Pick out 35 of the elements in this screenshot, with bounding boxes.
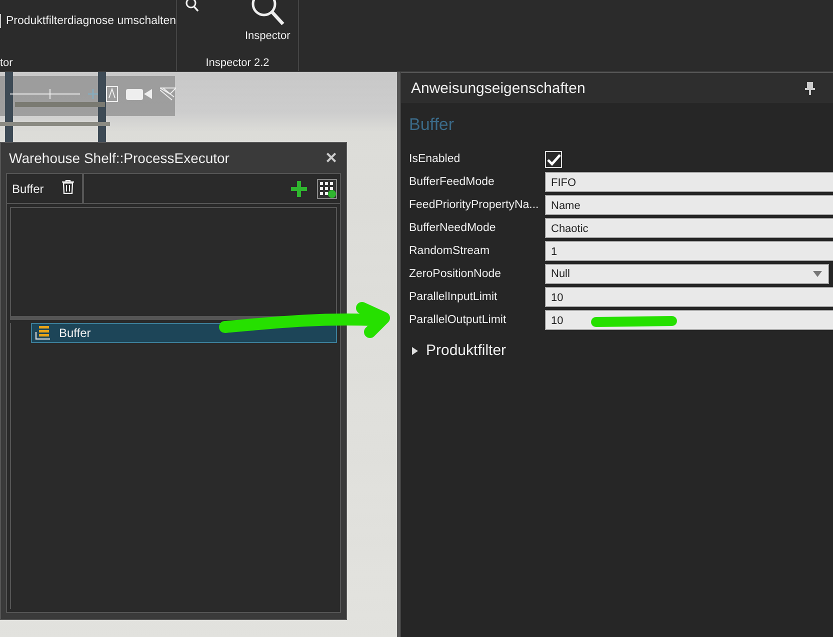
section-header[interactable]: Produktfilter bbox=[401, 330, 516, 371]
buffer-tab[interactable]: Buffer bbox=[6, 173, 83, 203]
object-heading: Buffer bbox=[408, 114, 456, 136]
panel-title: Anweisungseigenschaften bbox=[411, 80, 586, 96]
input-field[interactable]: FIFO bbox=[545, 172, 833, 192]
input-field[interactable]: 10 bbox=[545, 287, 833, 307]
property-label: ParallelInputLimit bbox=[409, 290, 498, 305]
ribbon-option[interactable]: Produktfilterdiagnose umschalten bbox=[6, 15, 176, 27]
input-field[interactable]: Name bbox=[545, 195, 833, 215]
close-button[interactable]: ✕ bbox=[325, 149, 338, 167]
window-title: Warehouse Shelf::ProcessExecutor bbox=[9, 150, 230, 166]
property-label: BufferFeedMode bbox=[409, 175, 496, 190]
property-label: ParallelOutputLimit bbox=[409, 313, 508, 328]
checkbox[interactable] bbox=[545, 151, 562, 168]
property-label: BufferNeedMode bbox=[409, 221, 497, 236]
slider-icon[interactable] bbox=[10, 89, 80, 99]
input-field[interactable]: 1 bbox=[545, 241, 833, 261]
group-label: Inspector 2.2 bbox=[204, 57, 270, 71]
trash-icon[interactable] bbox=[62, 180, 74, 194]
input-field[interactable]: Chaotic bbox=[545, 218, 833, 238]
grid-add-icon[interactable] bbox=[317, 178, 337, 198]
expander-icon bbox=[411, 346, 419, 354]
tab-label: Buffer bbox=[12, 182, 44, 196]
property-label: RandomStream bbox=[409, 244, 491, 259]
stack-icon bbox=[35, 326, 51, 340]
dropdown[interactable]: Null bbox=[545, 264, 829, 284]
search-icon[interactable] bbox=[185, 0, 199, 12]
property-label: FeedPriorityPropertyNa... bbox=[409, 198, 540, 213]
property-label: ZeroPositionNode bbox=[409, 267, 502, 282]
dropdown-arrow-icon bbox=[813, 271, 822, 277]
inspector-button[interactable]: Inspector bbox=[245, 0, 290, 42]
group-label: tor bbox=[0, 57, 14, 71]
property-label: IsEnabled bbox=[409, 152, 462, 167]
pin-icon[interactable] bbox=[805, 82, 815, 94]
add-icon[interactable] bbox=[291, 180, 307, 196]
